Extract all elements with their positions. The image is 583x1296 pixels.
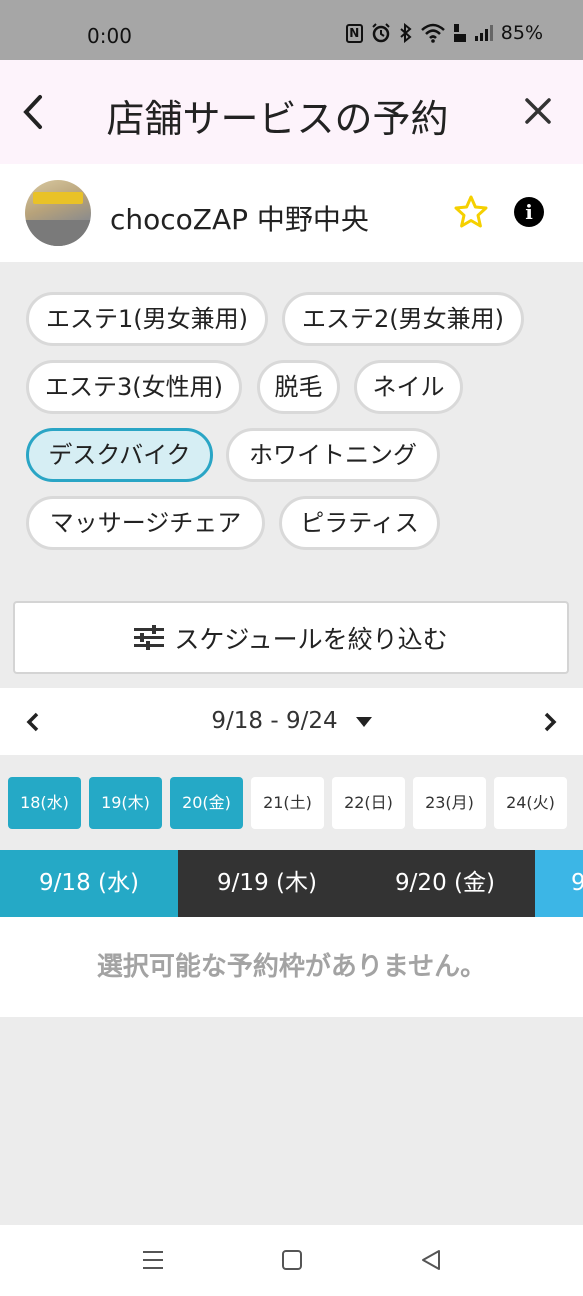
wifi-icon xyxy=(420,23,445,43)
store-avatar xyxy=(25,180,91,246)
date-tab-next[interactable]: 9 xyxy=(535,850,583,917)
bluetooth-icon xyxy=(400,23,412,43)
home-icon[interactable] xyxy=(279,1247,305,1273)
signal-icon xyxy=(474,25,493,41)
close-icon[interactable] xyxy=(523,96,553,126)
chip-esthe2[interactable]: エステ2(男女兼用) xyxy=(282,292,524,346)
chevron-right-icon[interactable] xyxy=(541,710,559,734)
battery-level: 85% xyxy=(500,22,543,44)
day-23[interactable]: 23(月) xyxy=(413,777,486,829)
chip-desk-bike[interactable]: デスクバイク xyxy=(26,428,213,482)
filter-schedule-button[interactable]: スケジュールを絞り込む xyxy=(13,601,569,674)
volte-icon xyxy=(453,24,466,42)
store-name: chocoZAP 中野中央 xyxy=(110,203,369,236)
chip-massage-chair[interactable]: マッサージチェア xyxy=(26,496,265,550)
chip-esthe3[interactable]: エステ3(女性用) xyxy=(26,360,242,414)
day-21[interactable]: 21(土) xyxy=(251,777,324,829)
recents-icon[interactable] xyxy=(140,1247,166,1273)
week-navigator: 9/18 - 9/24 xyxy=(0,688,583,755)
status-time: 0:00 xyxy=(87,24,132,48)
date-tab-0918[interactable]: 9/18 (水) xyxy=(0,850,178,917)
day-18[interactable]: 18(水) xyxy=(8,777,81,829)
chip-whitening[interactable]: ホワイトニング xyxy=(226,428,440,482)
caret-down-icon[interactable] xyxy=(355,716,372,727)
info-icon[interactable]: i xyxy=(514,197,544,227)
nfc-icon: N xyxy=(345,23,363,43)
chip-pilates[interactable]: ピラティス xyxy=(279,496,440,550)
week-range-label: 9/18 - 9/24 xyxy=(211,708,338,734)
star-outline-icon[interactable] xyxy=(453,194,489,230)
date-tabs: 9/18 (水) 9/19 (木) 9/20 (金) 9 xyxy=(0,850,583,917)
day-22[interactable]: 22(日) xyxy=(332,777,405,829)
sliders-icon xyxy=(134,624,165,651)
date-tab-0919[interactable]: 9/19 (木) xyxy=(178,850,356,917)
system-nav-bar xyxy=(0,1225,583,1296)
status-bar: 0:00 N 85% xyxy=(0,0,583,60)
day-24[interactable]: 24(火) xyxy=(494,777,567,829)
page-title: 店舗サービスの予約 xyxy=(106,97,449,141)
chip-hair-removal[interactable]: 脱毛 xyxy=(257,360,340,414)
chip-nail[interactable]: ネイル xyxy=(354,360,463,414)
app-header: 店舗サービスの予約 xyxy=(0,60,583,164)
day-20[interactable]: 20(金) xyxy=(170,777,243,829)
date-tab-0920[interactable]: 9/20 (金) xyxy=(356,850,534,917)
alarm-icon xyxy=(372,23,390,43)
week-range: 9/18 - 9/24 xyxy=(0,708,583,734)
chip-esthe1[interactable]: エステ1(男女兼用) xyxy=(26,292,268,346)
back-icon[interactable] xyxy=(418,1247,444,1273)
status-icons: N 85% xyxy=(345,22,543,44)
day-19[interactable]: 19(木) xyxy=(89,777,162,829)
empty-state-message: 選択可能な予約枠がありません。 xyxy=(0,917,583,1017)
store-row: chocoZAP 中野中央 i xyxy=(0,164,583,262)
filter-label: スケジュールを絞り込む xyxy=(174,624,448,654)
